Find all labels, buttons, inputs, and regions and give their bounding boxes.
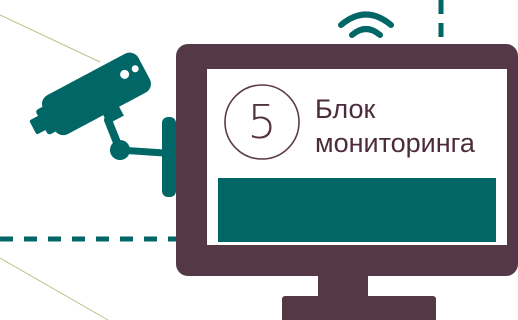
camera-mount [104,116,176,197]
monitoring-block-illustration: 5 Блок мониторинга [0,0,518,320]
screen-teal-bar [218,178,496,242]
connector-line-bottom [0,257,109,320]
scene-graphic [0,0,518,320]
step-number: 5 [247,95,277,149]
wifi-icon [338,11,394,38]
security-camera-icon [29,52,151,136]
connector-line-top [0,14,101,63]
monitor-stand [282,276,436,320]
block-label: Блок мониторинга [315,92,515,160]
block-label-line-2: мониторинга [315,128,475,158]
block-label-line-1: Блок [315,94,376,124]
